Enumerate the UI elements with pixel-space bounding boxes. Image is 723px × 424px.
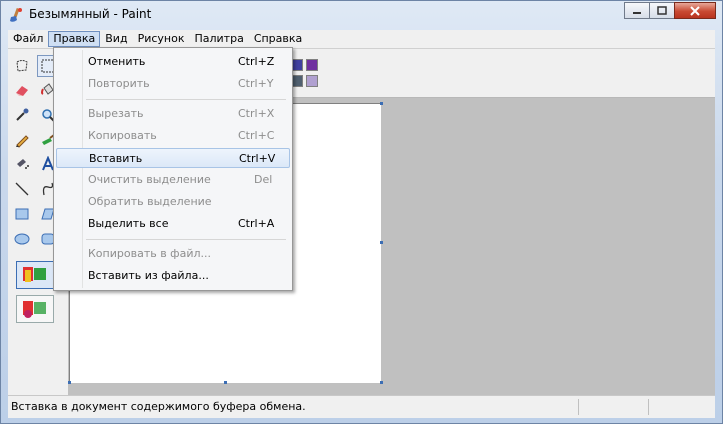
menu-item-redo[interactable]: Повторить Ctrl+Y bbox=[56, 74, 290, 94]
menu-item-invert-selection[interactable]: Обратить выделение bbox=[56, 192, 290, 212]
pencil-tool[interactable] bbox=[11, 129, 33, 151]
status-divider bbox=[578, 399, 579, 415]
maximize-button[interactable] bbox=[649, 2, 675, 19]
menu-image[interactable]: Рисунок bbox=[133, 31, 190, 47]
free-select-tool[interactable] bbox=[11, 55, 33, 77]
airbrush-tool[interactable] bbox=[11, 153, 33, 175]
maximize-icon bbox=[657, 6, 667, 15]
status-text: Вставка в документ содержимого буфера об… bbox=[11, 400, 306, 413]
menu-item-shortcut: Del bbox=[254, 173, 273, 186]
edit-menu-dropdown: Отменить Ctrl+Z Повторить Ctrl+Y Вырезат… bbox=[53, 47, 293, 291]
line-icon bbox=[15, 182, 29, 196]
menu-item-cut[interactable]: Вырезать Ctrl+X bbox=[56, 104, 290, 124]
menu-item-shortcut: Ctrl+V bbox=[239, 152, 276, 165]
menu-item-clear-selection[interactable]: Очистить выделение Del bbox=[56, 170, 290, 190]
paint-app-icon bbox=[7, 6, 25, 24]
menu-separator bbox=[86, 99, 286, 100]
free-select-icon bbox=[16, 60, 28, 72]
paint-window: Безымянный - Paint Файл Правка Вид Рисун… bbox=[0, 0, 723, 424]
eraser-tool[interactable] bbox=[11, 79, 33, 101]
menu-edit[interactable]: Правка bbox=[48, 31, 101, 47]
menu-item-label: Копировать в файл... bbox=[88, 247, 211, 260]
menu-item-undo[interactable]: Отменить Ctrl+Z bbox=[56, 52, 290, 72]
minimize-button[interactable] bbox=[624, 2, 650, 19]
window-title: Безымянный - Paint bbox=[29, 7, 152, 21]
resize-handle[interactable] bbox=[380, 381, 383, 384]
menu-separator bbox=[86, 239, 286, 240]
menu-item-shortcut: Ctrl+A bbox=[238, 217, 275, 230]
menu-item-shortcut: Ctrl+X bbox=[238, 107, 275, 120]
menu-item-label: Вырезать bbox=[88, 107, 144, 120]
menu-item-label: Вставить из файла... bbox=[88, 269, 209, 282]
minimize-icon bbox=[633, 11, 641, 14]
transparent-selection-icon bbox=[23, 301, 46, 318]
menu-item-shortcut: Ctrl+Y bbox=[238, 77, 274, 90]
menu-colors[interactable]: Палитра bbox=[189, 31, 248, 47]
menu-item-label: Обратить выделение bbox=[88, 195, 212, 208]
title-bar[interactable]: Безымянный - Paint bbox=[1, 1, 722, 29]
opaque-selection-icon bbox=[23, 267, 46, 282]
menu-item-label: Вставить bbox=[89, 152, 143, 165]
transparent-selection-option[interactable] bbox=[16, 295, 54, 323]
menu-item-label: Копировать bbox=[88, 129, 157, 142]
menu-view[interactable]: Вид bbox=[100, 31, 132, 47]
airbrush-icon bbox=[17, 159, 29, 169]
resize-handle[interactable] bbox=[224, 381, 227, 384]
ellipse-tool[interactable] bbox=[11, 228, 33, 250]
rectangle-tool[interactable] bbox=[11, 203, 33, 225]
opaque-selection-option[interactable] bbox=[16, 261, 54, 289]
menu-item-label: Очистить выделение bbox=[88, 173, 211, 186]
menu-item-shortcut: Ctrl+Z bbox=[238, 55, 275, 68]
menu-item-copy-to-file[interactable]: Копировать в файл... bbox=[56, 244, 290, 264]
close-button[interactable] bbox=[674, 2, 716, 19]
menu-item-shortcut: Ctrl+C bbox=[238, 129, 275, 142]
caption-buttons bbox=[624, 2, 716, 20]
palette-swatch[interactable] bbox=[306, 75, 318, 87]
menu-help[interactable]: Справка bbox=[249, 31, 307, 47]
status-bar: Вставка в документ содержимого буфера об… bbox=[8, 395, 715, 418]
rectangle-icon bbox=[15, 208, 29, 220]
ellipse-icon bbox=[14, 233, 30, 245]
eyedropper-icon bbox=[16, 108, 29, 121]
menu-item-label: Повторить bbox=[88, 77, 150, 90]
status-divider bbox=[648, 399, 649, 415]
menu-item-paste[interactable]: Вставить Ctrl+V bbox=[56, 148, 290, 168]
eraser-icon bbox=[16, 86, 28, 96]
resize-handle[interactable] bbox=[380, 241, 383, 244]
menu-item-label: Выделить все bbox=[88, 217, 169, 230]
menu-item-copy[interactable]: Копировать Ctrl+C bbox=[56, 126, 290, 146]
close-icon bbox=[690, 5, 700, 16]
resize-handle[interactable] bbox=[68, 381, 71, 384]
menu-file[interactable]: Файл bbox=[8, 31, 48, 47]
menu-item-select-all[interactable]: Выделить все Ctrl+A bbox=[56, 214, 290, 234]
line-tool[interactable] bbox=[11, 178, 33, 200]
pencil-icon bbox=[16, 135, 29, 148]
resize-handle[interactable] bbox=[380, 102, 383, 105]
palette-swatch[interactable] bbox=[306, 59, 318, 71]
menu-item-label: Отменить bbox=[88, 55, 146, 68]
color-picker-tool[interactable] bbox=[11, 104, 33, 126]
menu-item-paste-from-file[interactable]: Вставить из файла... bbox=[56, 266, 290, 286]
